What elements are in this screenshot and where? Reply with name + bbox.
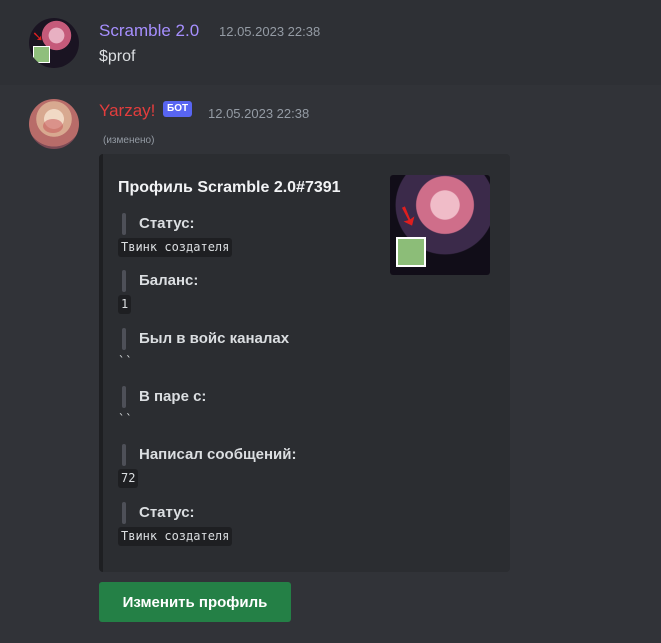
field-name: Баланс: — [118, 270, 198, 292]
message-content: $prof — [99, 48, 136, 65]
embed-field-pair: В паре с: `` — [118, 386, 206, 428]
bot-badge: БОТ — [163, 101, 193, 117]
edited-label: (изменено) — [103, 135, 155, 146]
user-avatar-icon[interactable]: ➘ — [29, 18, 79, 68]
embed-field-status: Статус: Твинк создателя — [118, 213, 233, 257]
embed-field-balance: Баланс: 1 — [118, 270, 198, 314]
profile-thumbnail-image[interactable]: ➘ — [390, 175, 490, 275]
field-value: Твинк создателя — [118, 238, 233, 257]
field-name: В паре с: — [118, 386, 206, 408]
thumbnail-inset-image — [396, 237, 426, 267]
avatar-inset-image — [33, 46, 50, 63]
embed-field-voice: Был в войс каналах `` — [118, 328, 289, 370]
profile-embed: Профиль Scramble 2.0#7391 ➘ Статус: Твин… — [99, 154, 510, 572]
field-name: Написал сообщений: — [118, 444, 296, 466]
embed-title: Профиль Scramble 2.0#7391 — [118, 179, 341, 196]
message-hover-highlight — [0, 0, 661, 85]
field-value: `` — [118, 412, 133, 426]
avatar-detail — [43, 119, 63, 133]
field-value: 72 — [118, 469, 139, 488]
edit-profile-button[interactable]: Изменить профиль — [99, 582, 291, 622]
field-name: Статус: — [118, 213, 232, 235]
field-name: Статус: — [118, 502, 232, 524]
arrow-icon: ➘ — [32, 28, 44, 44]
bot-avatar-icon[interactable] — [29, 99, 79, 149]
field-name: Был в войс каналах — [118, 328, 289, 350]
field-value: `` — [118, 354, 133, 368]
embed-field-messages: Написал сообщений: 72 — [118, 444, 296, 488]
message-timestamp: 12.05.2023 22:38 — [219, 24, 321, 39]
field-value: Твинк создателя — [118, 527, 233, 546]
arrow-icon: ➘ — [391, 196, 425, 235]
field-value: 1 — [118, 295, 132, 314]
message-author-name[interactable]: Scramble 2.0 — [99, 21, 199, 41]
message-author-name[interactable]: Yarzay! — [99, 101, 155, 121]
message-timestamp: 12.05.2023 22:38 — [208, 106, 310, 121]
embed-field-status-2: Статус: Твинк создателя — [118, 502, 233, 546]
